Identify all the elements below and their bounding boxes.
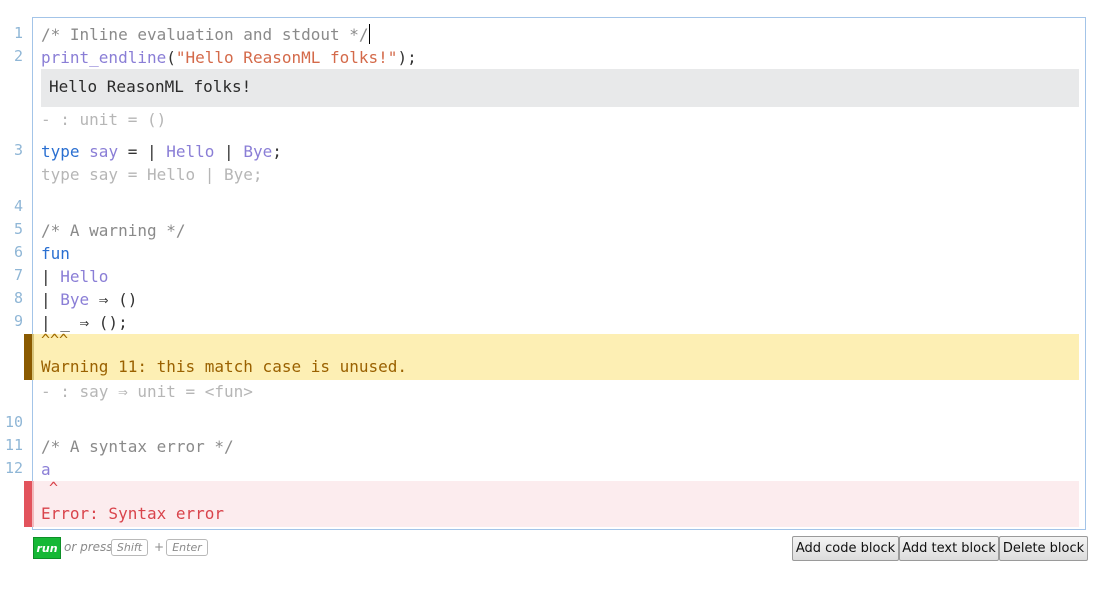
add-text-block-button[interactable]: Add text block (899, 536, 999, 561)
code-line-8[interactable]: | Bye ⇒ () (41, 288, 137, 311)
add-code-block-button[interactable]: Add code block (792, 536, 899, 561)
warning-caret: ^^^ (41, 331, 69, 349)
line-number: 11 (4, 436, 23, 454)
code-line-6[interactable]: fun (41, 242, 70, 265)
code-punct: | (214, 142, 244, 161)
line-number: 8 (13, 289, 23, 307)
line-number: 6 (13, 243, 23, 261)
code-line-2[interactable]: print_endline("Hello ReasonML folks!"); (41, 46, 417, 69)
type-name: say (89, 142, 119, 161)
line-number: 3 (13, 141, 23, 159)
enter-key: Enter (166, 539, 208, 556)
code-line-1[interactable]: /* Inline evaluation and stdout */ (41, 23, 370, 46)
constructor: Bye (60, 290, 90, 309)
constructor: Hello (166, 142, 215, 161)
code-line-11[interactable]: /* A syntax error */ (41, 435, 234, 458)
run-button[interactable]: run (33, 537, 61, 559)
function-name: print_endline (41, 48, 167, 67)
code-comment: /* Inline evaluation and stdout */ (41, 25, 369, 44)
line-number: 4 (13, 197, 23, 215)
warning-marker (24, 334, 32, 380)
string-literal: "Hello ReasonML folks!" (175, 48, 398, 67)
line-number: 12 (4, 459, 23, 477)
code-punct: ); (397, 48, 417, 67)
eval-result: - : unit = () (41, 110, 167, 129)
code-punct: | (41, 290, 61, 309)
error-marker-inner (32, 481, 34, 527)
line-number: 9 (13, 312, 23, 330)
error-panel: ^ Error: Syntax error (24, 479, 1079, 527)
line-number: 1 (13, 24, 23, 42)
error-message: Error: Syntax error (41, 504, 225, 523)
eval-result: type say = Hello | Bye; (41, 165, 263, 184)
line-number: 5 (13, 220, 23, 238)
line-number: 7 (13, 266, 23, 284)
constructor: Bye (243, 142, 273, 161)
stdout-output: Hello ReasonML folks! (41, 69, 1079, 107)
constructor: Hello (60, 267, 109, 286)
warning-marker-inner (32, 334, 34, 380)
eval-result: - : say ⇒ unit = <fun> (41, 382, 253, 401)
warning-message: Warning 11: this match case is unused. (41, 357, 408, 376)
or-press-label: or press (64, 540, 113, 554)
line-number: 2 (13, 47, 23, 65)
plus-sign: + (154, 540, 165, 554)
delete-block-button[interactable]: Delete block (999, 536, 1088, 561)
code-punct: ; (272, 142, 282, 161)
code-punct: ( (166, 48, 176, 67)
error-marker (24, 481, 32, 527)
code-punct: ⇒ () (89, 290, 138, 309)
code-line-12[interactable]: a (41, 458, 51, 481)
line-number: 10 (4, 413, 23, 431)
code-line-7[interactable]: | Hello (41, 265, 108, 288)
code-punct: = | (118, 142, 167, 161)
code-line-5[interactable]: /* A warning */ (41, 219, 186, 242)
stdout-text: Hello ReasonML folks! (49, 77, 252, 96)
code-punct: | (41, 267, 61, 286)
keyword: type (41, 142, 80, 161)
code-line-3[interactable]: type say = | Hello | Bye; (41, 140, 282, 163)
shift-key: Shift (111, 539, 148, 556)
text-cursor (368, 24, 370, 44)
error-caret: ^ (49, 479, 59, 497)
warning-panel: ^^^ Warning 11: this match case is unuse… (24, 331, 1079, 380)
